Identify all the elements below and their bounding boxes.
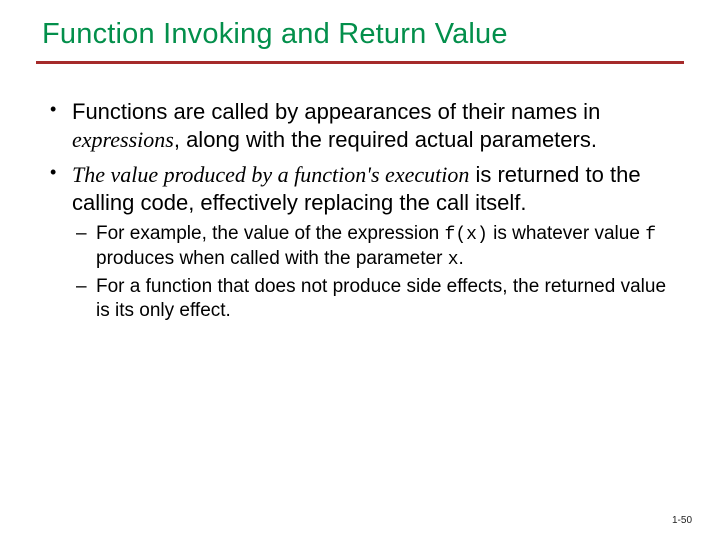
text: For a function that does not produce sid… bbox=[96, 276, 666, 321]
bullet-item: Functions are called by appearances of t… bbox=[48, 98, 680, 153]
italic-text: expressions bbox=[72, 127, 174, 152]
bullet-list: Functions are called by appearances of t… bbox=[48, 98, 680, 323]
sub-bullet-item: For example, the value of the expression… bbox=[74, 222, 680, 271]
text: produces when called with the parameter bbox=[96, 248, 448, 269]
text: is whatever value bbox=[488, 223, 645, 244]
text: Functions are called by appearances of t… bbox=[72, 99, 600, 124]
page-number: 1-50 bbox=[672, 515, 692, 526]
bullet-item: The value produced by a function's execu… bbox=[48, 161, 680, 323]
slide-title: Function Invoking and Return Value bbox=[40, 18, 680, 61]
italic-text: The value produced by a function's execu… bbox=[72, 162, 469, 187]
sub-bullet-list: For example, the value of the expression… bbox=[74, 222, 680, 323]
code-text: f bbox=[645, 225, 656, 245]
code-text: f(x) bbox=[445, 225, 488, 245]
text: , along with the required actual paramet… bbox=[174, 127, 597, 152]
slide: Function Invoking and Return Value Funct… bbox=[0, 0, 720, 540]
text: . bbox=[459, 248, 464, 269]
code-text: x bbox=[448, 250, 459, 270]
title-rule bbox=[36, 61, 684, 64]
text: For example, the value of the expression bbox=[96, 223, 445, 244]
sub-bullet-item: For a function that does not produce sid… bbox=[74, 275, 680, 323]
